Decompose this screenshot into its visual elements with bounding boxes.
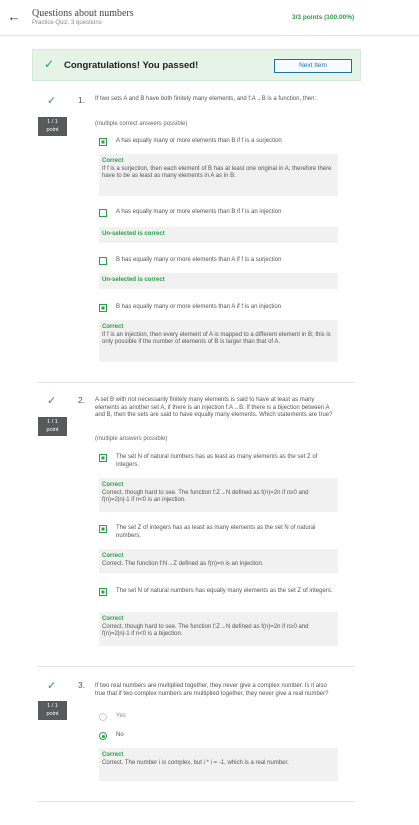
radio-button[interactable] <box>99 732 107 740</box>
feedback-heading: Correct <box>102 616 124 622</box>
score-value: 1 / 1 <box>47 119 58 125</box>
checkbox[interactable] <box>99 454 107 462</box>
option-label: The set N of natural numbers has as leas… <box>116 454 318 468</box>
option-label: B has equally many or more elements than… <box>116 304 282 310</box>
answer-feedback: Un-selected is correct <box>99 227 338 243</box>
answer-feedback: Correct If f is an injection, then every… <box>99 320 338 362</box>
checkbox[interactable] <box>99 257 107 265</box>
option-label: The set N of natural numbers has equally… <box>116 588 333 594</box>
feedback-heading: Correct <box>102 158 124 164</box>
score-unit: point <box>46 426 59 433</box>
question-divider <box>38 382 354 383</box>
quiz-subtitle: Practice Quiz, 3 questions <box>32 20 102 26</box>
checkbox[interactable] <box>99 525 107 533</box>
feedback-body: Correct, though hard to see. The functio… <box>102 623 309 638</box>
arrow-left-icon[interactable]: ← <box>6 9 22 25</box>
question-divider <box>38 666 354 667</box>
quiz-title: Questions about numbers <box>32 8 134 19</box>
answer-feedback: Correct Correct. The number i is complex… <box>99 748 338 781</box>
passed-banner: ✓ Congratulations! You passed! Next Item <box>32 49 361 81</box>
checkbox[interactable] <box>99 588 107 596</box>
score-unit: point <box>46 710 59 717</box>
option-label: The set Z of integers has as least as ma… <box>116 525 316 539</box>
feedback-body: If f is a surjection, then each element … <box>102 165 332 180</box>
question-number: 3. <box>78 680 86 690</box>
answer-feedback: Correct Correct, though hard to see. The… <box>99 612 338 646</box>
score-value: 1 / 1 <box>47 419 58 425</box>
feedback-body: Correct. The function f:N→Z defined as f… <box>102 560 264 567</box>
option-label: No <box>116 732 124 738</box>
option-label: A has equally many or more elements than… <box>116 209 282 215</box>
check-icon: ✓ <box>44 57 55 71</box>
checkbox[interactable] <box>99 304 107 312</box>
feedback-body: Correct. The number i is complex, but i … <box>102 759 289 766</box>
question-score-badge: 1 / 1 point <box>38 701 67 720</box>
question-score-badge: 1 / 1 point <box>38 117 67 136</box>
feedback-body: Correct, though hard to see. The functio… <box>102 489 309 504</box>
feedback-heading: Correct <box>102 324 124 330</box>
score-value: 1 / 1 <box>47 703 58 709</box>
option-label: A has equally many or more elements than… <box>116 138 282 144</box>
option-label: B has equally many or more elements than… <box>116 257 282 263</box>
feedback-heading: Correct <box>102 553 124 559</box>
next-item-button[interactable]: Next Item <box>274 59 352 73</box>
feedback-heading: Un-selected is correct <box>102 277 165 283</box>
answer-feedback: Correct Correct. The function f:N→Z defi… <box>99 549 338 573</box>
question-divider <box>38 801 354 802</box>
question-score-badge: 1 / 1 point <box>38 417 67 436</box>
question-correct-check-icon: ✓ <box>47 680 57 692</box>
feedback-body: If f is an injection, then every element… <box>102 331 331 346</box>
question-text: If two sets A and B have both finitely m… <box>95 96 317 102</box>
radio-button[interactable] <box>99 713 107 721</box>
option-label: Yes <box>116 713 126 719</box>
question-text: If two real numbers are multiplied toget… <box>95 683 329 697</box>
question-note: (multiple correct answers possible) <box>95 121 188 127</box>
score-unit: point <box>46 126 59 133</box>
checkbox[interactable] <box>99 138 107 146</box>
question-correct-check-icon: ✓ <box>47 95 57 107</box>
answer-feedback: Un-selected is correct <box>99 273 338 289</box>
question-correct-check-icon: ✓ <box>47 395 57 407</box>
checkbox[interactable] <box>99 209 107 217</box>
answer-feedback: Correct Correct, though hard to see. The… <box>99 478 338 512</box>
question-text: A set B with not necessarily finitely ma… <box>95 397 333 418</box>
feedback-heading: Un-selected is correct <box>102 231 165 237</box>
points-summary: 3/3 points (100.00%) <box>292 14 355 21</box>
feedback-heading: Correct <box>102 482 124 488</box>
question-note: (multiple answers possible) <box>95 436 168 442</box>
passed-message: Congratulations! You passed! <box>64 60 199 71</box>
question-number: 1. <box>78 95 86 105</box>
quiz-header: ← Questions about numbers Practice Quiz,… <box>0 0 419 36</box>
question-number: 2. <box>78 395 86 405</box>
answer-feedback: Correct If f is a surjection, then each … <box>99 154 338 196</box>
feedback-heading: Correct <box>102 752 124 758</box>
